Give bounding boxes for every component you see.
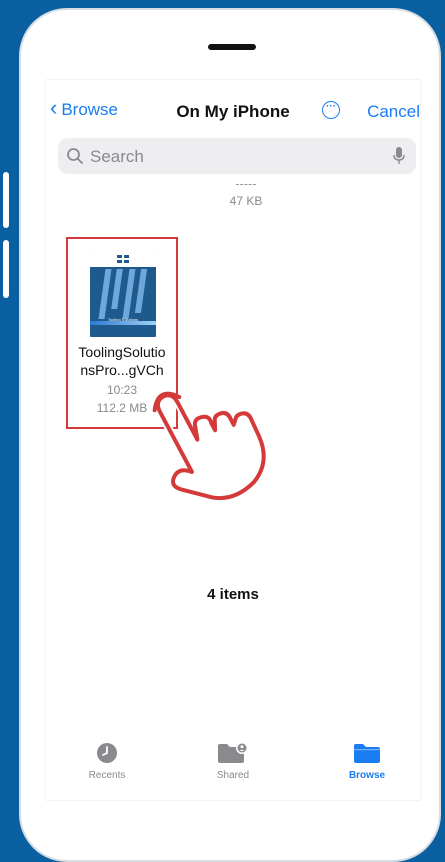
search-placeholder: Search — [90, 147, 144, 166]
tab-recents-label: Recents — [88, 770, 126, 781]
file-name-line1: ToolingSolutio — [78, 344, 166, 360]
tab-shared-label: Shared — [216, 770, 250, 781]
tab-recents[interactable]: Recents — [62, 742, 152, 781]
brand-logo-icon — [117, 255, 129, 263]
item-count: 4 items — [207, 586, 259, 603]
file-thumbnail: Tooling Solutions — [90, 251, 156, 337]
cancel-button[interactable]: Cancel — [367, 102, 420, 122]
partial-file-size: 47 KB — [229, 194, 263, 208]
files-screen: ‹Browse On My iPhone ··· Cancel Search ▪… — [46, 80, 420, 800]
tab-browse[interactable]: Browse — [322, 742, 412, 781]
tab-bar: Recents Shared Browse — [46, 730, 420, 800]
phone-side-button — [3, 240, 9, 298]
partial-file-meta: ▪▪▪▪▪ 47 KB — [196, 184, 296, 208]
pointing-hand-icon — [152, 391, 268, 503]
ellipsis-circle-icon[interactable]: ··· — [322, 101, 340, 119]
clock-icon — [97, 743, 117, 763]
search-icon — [67, 148, 83, 164]
phone-frame: ‹Browse On My iPhone ··· Cancel Search ▪… — [3, 8, 441, 862]
tab-shared[interactable]: Shared — [188, 742, 278, 781]
nav-bar: ‹ Browse On My iPhone ··· Cancel — [46, 92, 420, 126]
shared-folder-icon — [218, 742, 248, 763]
tab-browse-label: Browse — [348, 770, 386, 781]
search-field[interactable]: Search — [58, 138, 416, 174]
microphone-icon[interactable] — [392, 146, 406, 166]
page-title: On My iPhone — [176, 102, 290, 121]
phone-side-button — [3, 172, 9, 228]
phone-speaker — [208, 44, 256, 50]
folder-icon — [354, 744, 380, 763]
